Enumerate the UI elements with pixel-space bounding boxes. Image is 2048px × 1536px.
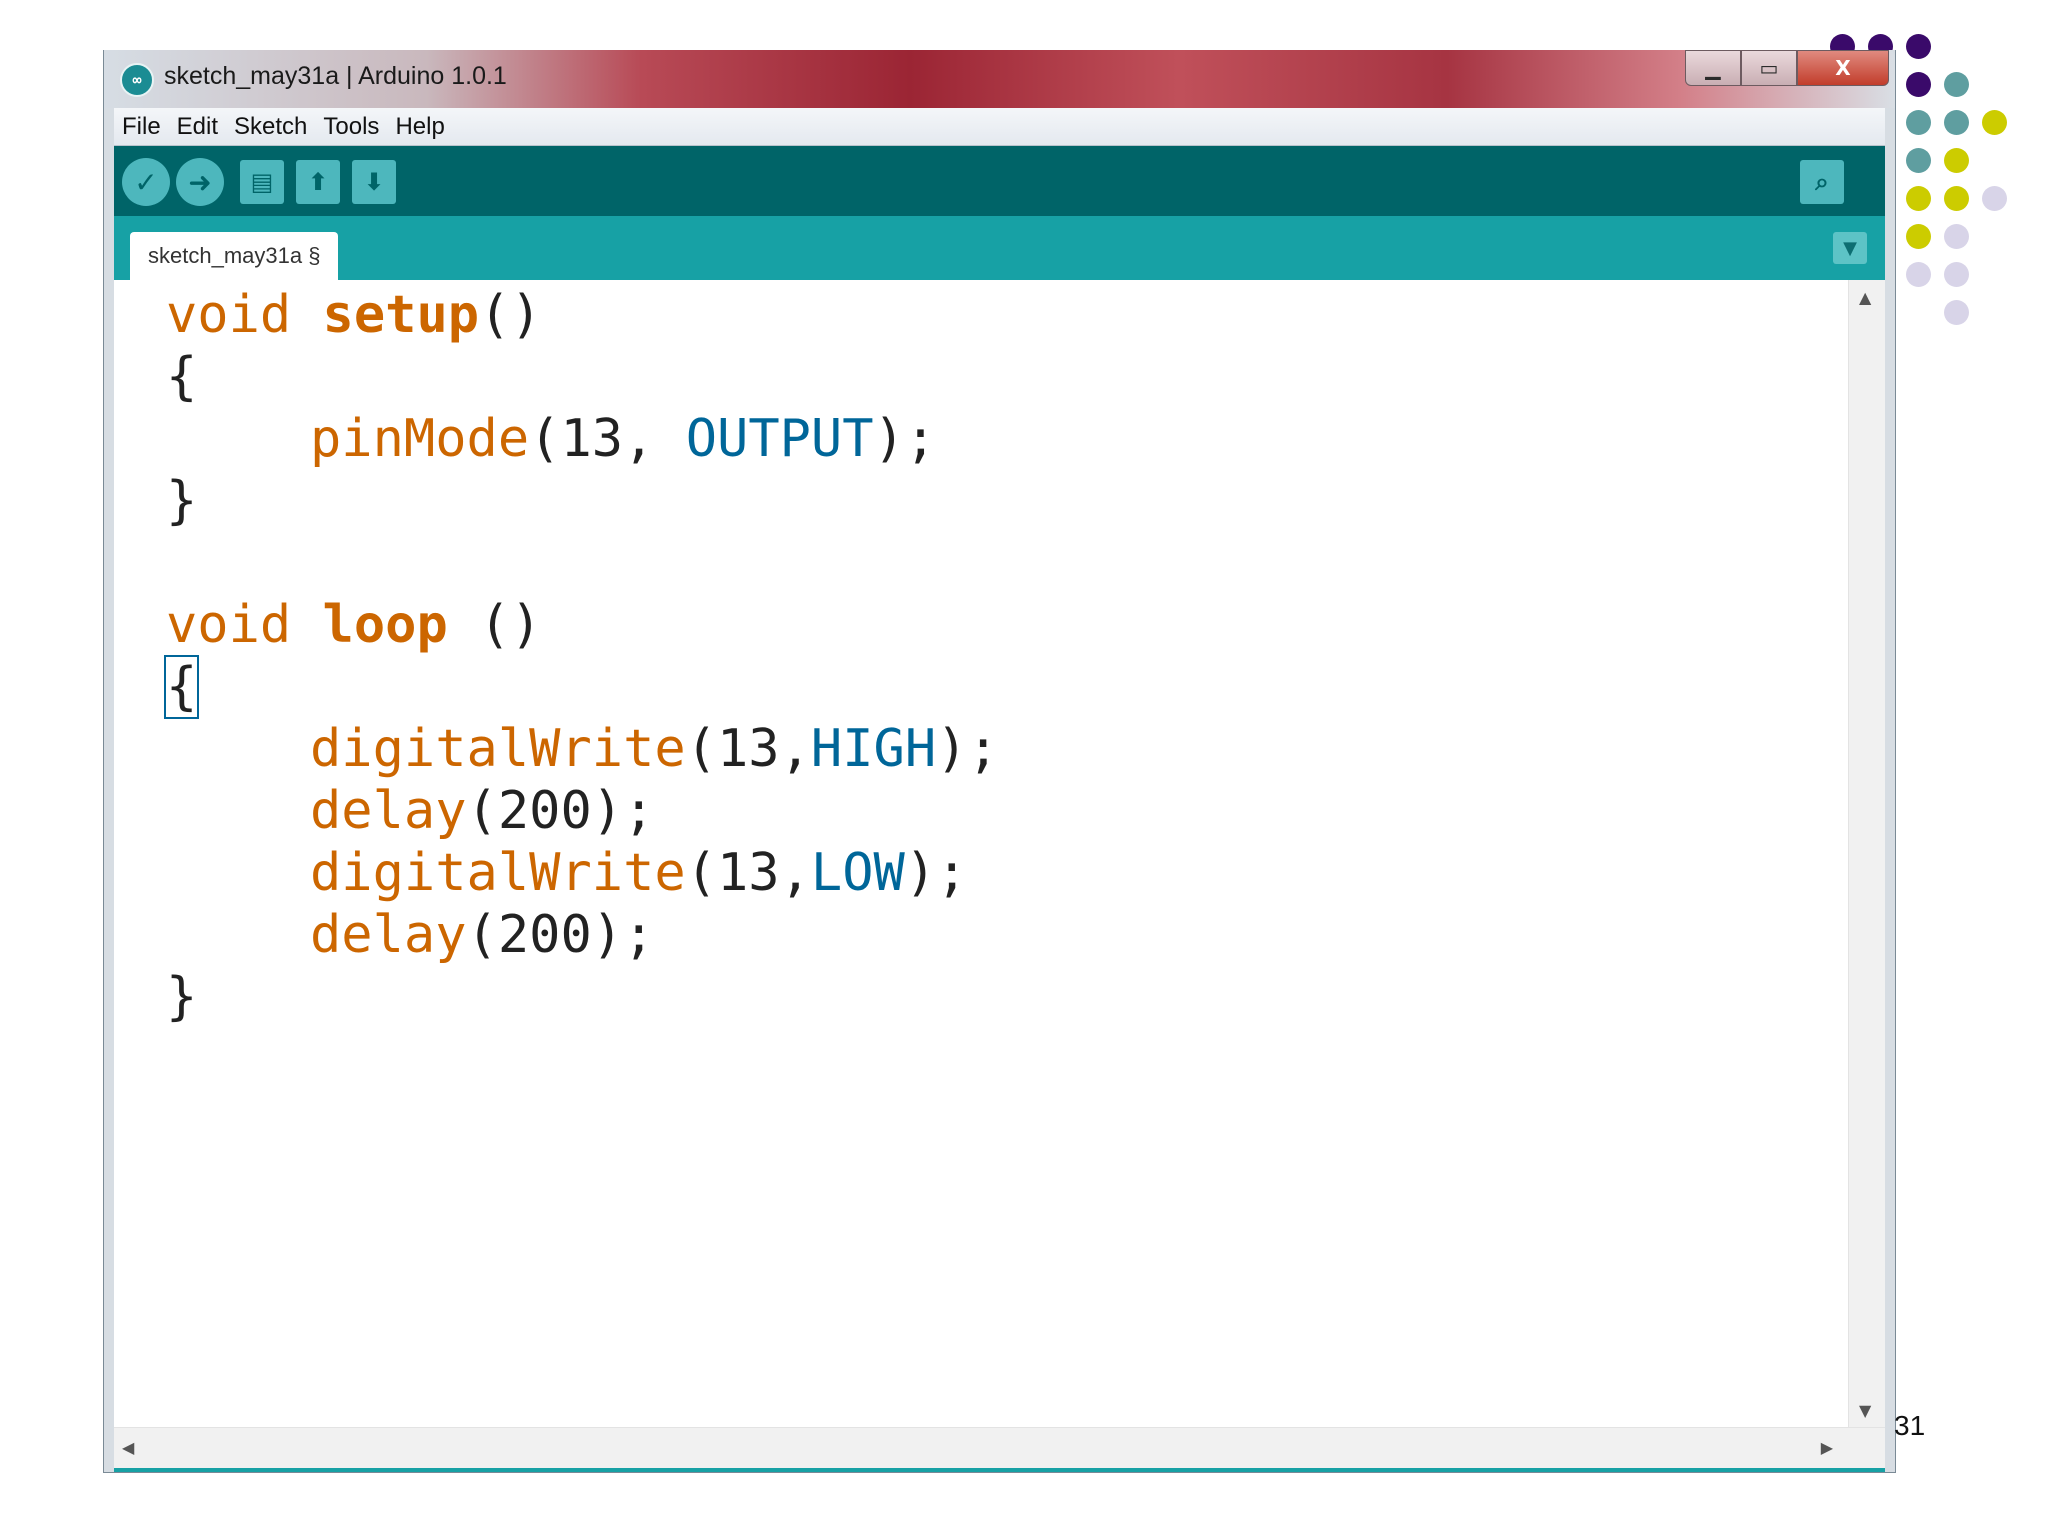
code-token: (13, bbox=[685, 719, 811, 779]
code-token: (200); bbox=[466, 781, 655, 841]
decor-dot bbox=[1944, 224, 1969, 249]
magnifier-icon: ⌕ bbox=[1815, 168, 1829, 196]
code-token: delay bbox=[310, 905, 467, 965]
code-line: delay(200); bbox=[310, 900, 654, 970]
code-line: } bbox=[166, 967, 198, 1027]
slide-number: 31 bbox=[1894, 1410, 1926, 1441]
code-token: (13, bbox=[685, 843, 811, 903]
code-token: ); bbox=[936, 719, 999, 779]
decor-dot bbox=[1906, 110, 1931, 135]
code-line: digitalWrite(13,LOW); bbox=[310, 838, 967, 908]
code-line: void loop () bbox=[166, 590, 542, 660]
scroll-right-icon[interactable]: ▶ bbox=[1821, 1438, 1833, 1457]
serial-monitor-button[interactable]: ⌕ bbox=[1800, 160, 1844, 204]
menu-tools[interactable]: Tools bbox=[315, 113, 387, 141]
vertical-scrollbar[interactable]: ▲ ▼ bbox=[1848, 280, 1885, 1428]
code-token: () bbox=[479, 285, 542, 345]
maximize-button[interactable]: ▭ bbox=[1741, 50, 1797, 86]
chevron-down-icon: ▼ bbox=[1843, 237, 1857, 259]
decor-dot bbox=[1906, 186, 1931, 211]
decor-dot bbox=[1944, 110, 1969, 135]
minimize-button[interactable]: ▁ bbox=[1685, 50, 1741, 86]
code-area[interactable]: void setup() { pinMode(13, OUTPUT); } vo… bbox=[114, 280, 1849, 1428]
title-bar[interactable]: ∞ sketch_may31a | Arduino 1.0.1 ▁ ▭ X bbox=[104, 50, 1895, 108]
code-token: void bbox=[166, 285, 292, 345]
tab-bar: sketch_may31a § ▼ bbox=[114, 216, 1885, 280]
toolbar: ✓ ➜ ▤ ⬆ ⬇ ⌕ bbox=[114, 146, 1885, 216]
arrow-right-icon: ➜ bbox=[188, 165, 212, 199]
code-line: pinMode(13, OUTPUT); bbox=[310, 404, 936, 474]
decor-dot bbox=[1982, 110, 2007, 135]
decor-dot bbox=[1906, 148, 1931, 173]
decor-dot bbox=[1906, 224, 1931, 249]
decor-dot bbox=[1906, 72, 1931, 97]
code-token: setup bbox=[322, 285, 480, 345]
menu-edit[interactable]: Edit bbox=[169, 113, 226, 141]
new-button[interactable]: ▤ bbox=[240, 160, 284, 204]
code-line: { bbox=[163, 652, 200, 722]
decor-dot bbox=[1944, 300, 1969, 325]
menu-help[interactable]: Help bbox=[387, 113, 452, 141]
window-controls: ▁ ▭ X bbox=[1685, 50, 1889, 88]
text-cursor: { bbox=[163, 655, 200, 719]
code-token: () bbox=[447, 595, 542, 655]
arrow-up-icon: ⬆ bbox=[307, 168, 329, 196]
decor-dot bbox=[1906, 262, 1931, 287]
menu-bar: File Edit Sketch Tools Help bbox=[114, 108, 1885, 146]
code-token: loop bbox=[322, 595, 448, 655]
code-token: digitalWrite bbox=[310, 719, 686, 779]
tab-menu-button[interactable]: ▼ bbox=[1833, 232, 1867, 264]
code-line: digitalWrite(13,HIGH); bbox=[310, 714, 999, 784]
code-token: LOW bbox=[810, 843, 905, 903]
decor-dot bbox=[1944, 148, 1969, 173]
arrow-down-icon: ⬇ bbox=[363, 168, 385, 196]
decor-dot bbox=[1944, 262, 1969, 287]
scroll-left-icon[interactable]: ◀ bbox=[122, 1438, 134, 1457]
code-line: } bbox=[166, 471, 198, 531]
decor-dot bbox=[1944, 186, 1969, 211]
code-editor[interactable]: void setup() { pinMode(13, OUTPUT); } vo… bbox=[114, 280, 1885, 1468]
code-token: ); bbox=[873, 409, 937, 469]
arduino-logo-icon: ∞ bbox=[120, 63, 154, 97]
code-token: HIGH bbox=[810, 719, 937, 779]
code-token: delay bbox=[310, 781, 467, 841]
menu-file[interactable]: File bbox=[114, 113, 169, 141]
checkmark-icon: ✓ bbox=[134, 165, 158, 199]
code-token: pinMode bbox=[310, 409, 530, 469]
close-button[interactable]: X bbox=[1797, 50, 1889, 86]
decor-dot bbox=[1906, 34, 1931, 59]
code-line: delay(200); bbox=[310, 776, 654, 846]
code-token: (13, bbox=[529, 409, 686, 469]
decor-dot bbox=[1944, 72, 1969, 97]
save-button[interactable]: ⬇ bbox=[352, 160, 396, 204]
scroll-up-icon[interactable]: ▲ bbox=[1859, 288, 1871, 307]
new-file-icon: ▤ bbox=[250, 168, 274, 196]
upload-button[interactable]: ➜ bbox=[176, 158, 224, 206]
open-button[interactable]: ⬆ bbox=[296, 160, 340, 204]
code-token: void bbox=[166, 595, 292, 655]
window-title: sketch_may31a | Arduino 1.0.1 bbox=[164, 62, 507, 90]
code-token: OUTPUT bbox=[685, 409, 874, 469]
horizontal-scrollbar[interactable]: ◀ ▶ bbox=[114, 1427, 1885, 1468]
code-line: { bbox=[166, 347, 198, 407]
arduino-window: ∞ sketch_may31a | Arduino 1.0.1 ▁ ▭ X Fi… bbox=[103, 50, 1896, 1473]
tab-sketch[interactable]: sketch_may31a § bbox=[130, 232, 339, 280]
code-token: ); bbox=[904, 843, 968, 903]
menu-sketch[interactable]: Sketch bbox=[226, 113, 315, 141]
verify-button[interactable]: ✓ bbox=[122, 158, 170, 206]
status-bar bbox=[114, 1468, 1885, 1472]
decor-dot bbox=[1982, 186, 2007, 211]
code-token: (200); bbox=[466, 905, 655, 965]
code-line: void setup() bbox=[166, 280, 542, 350]
scroll-down-icon[interactable]: ▼ bbox=[1859, 1401, 1871, 1420]
code-token: digitalWrite bbox=[310, 843, 686, 903]
